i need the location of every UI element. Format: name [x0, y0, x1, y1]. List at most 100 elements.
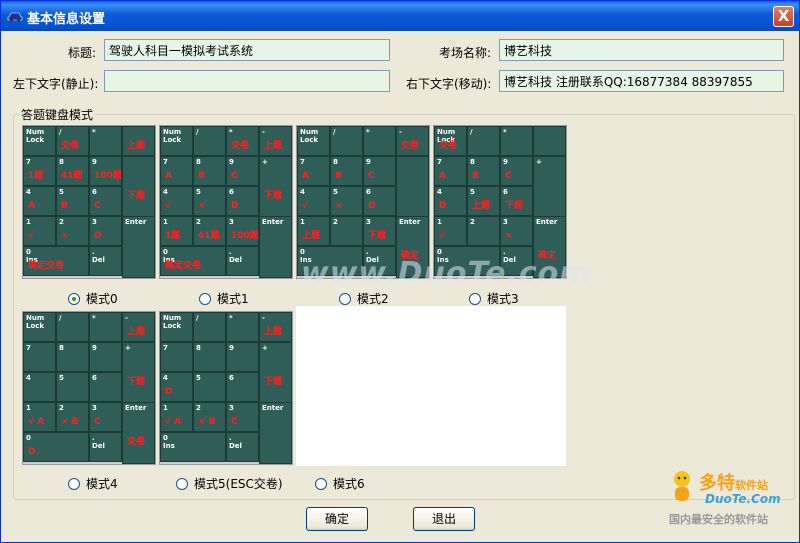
keypad-key: 8 41题	[56, 156, 89, 186]
keypad-key: +	[533, 156, 566, 218]
key-caption: -	[262, 314, 265, 322]
key-caption: Enter	[262, 404, 284, 412]
radio-circle-icon[interactable]	[199, 292, 211, 305]
key-caption: 6	[503, 188, 508, 196]
key-caption: Num Lock	[300, 128, 319, 144]
keypad-key: 1 √	[434, 216, 467, 246]
right-text-input[interactable]: 博艺科技 注册联系QQ:16877384 88397855	[499, 70, 784, 92]
keypad-key: Enter 交卷	[122, 402, 155, 464]
keypad-key: - 上题	[259, 126, 292, 156]
keypad-key: - 上题	[259, 312, 292, 342]
radio-circle-icon[interactable]	[68, 477, 80, 490]
key-function-label: 下题	[127, 191, 146, 201]
key-function-label: ×	[61, 231, 69, 241]
key-function-label: × B	[198, 417, 216, 427]
key-caption: 4	[163, 188, 168, 196]
key-function-label: 41题	[198, 231, 220, 241]
key-function-label: B	[198, 171, 205, 181]
key-function-label: 上题	[127, 141, 146, 151]
keypad-key: 2 × B	[193, 402, 226, 432]
key-caption: +	[536, 158, 542, 166]
mode-radio-0[interactable]: 模式0	[68, 290, 118, 307]
keypad-key: *	[89, 126, 122, 156]
radio-circle-icon[interactable]	[469, 292, 481, 305]
keypad-key: /	[56, 312, 89, 342]
mode-radio-4[interactable]: 模式4	[68, 475, 118, 492]
key-caption: Enter	[125, 404, 147, 412]
left-text-input[interactable]	[104, 70, 390, 92]
keypad-key: + 下题	[259, 156, 292, 218]
mode-radio-3[interactable]: 模式3	[469, 290, 519, 307]
mode-radio-label: 模式2	[357, 292, 389, 306]
key-caption: Num Lock	[163, 314, 182, 330]
keypad-key	[533, 126, 566, 156]
key-caption: 8	[333, 158, 338, 166]
keypad-key: 2 41题	[193, 216, 226, 246]
mode-radio-6[interactable]: 模式6	[315, 475, 365, 492]
key-caption: 5	[333, 188, 338, 196]
keypad-key: - 交卷	[396, 126, 429, 156]
keypad-key: 7	[23, 342, 56, 372]
keypad-key: 8B	[467, 156, 500, 186]
key-function-label: 下题	[505, 201, 524, 211]
key-caption: 6	[229, 188, 234, 196]
key-caption: 8	[470, 158, 475, 166]
key-caption: . Del	[92, 248, 105, 264]
key-function-label: 100题	[94, 171, 122, 181]
mode-radio-1[interactable]: 模式1	[199, 290, 249, 307]
close-button[interactable]: X	[773, 6, 794, 27]
keypad-key: *	[89, 312, 122, 342]
title-input[interactable]: 驾驶人科目一模拟考试系统	[104, 39, 390, 61]
radio-circle-icon[interactable]	[68, 292, 80, 305]
radio-circle-icon[interactable]	[176, 477, 188, 490]
title-bar[interactable]: 基本信息设置 X	[1, 1, 799, 31]
key-function-label: 交卷	[401, 141, 420, 151]
brand-slogan: 国内最安全的软件站	[669, 513, 768, 526]
key-caption: 9	[92, 344, 97, 352]
radio-circle-icon[interactable]	[339, 292, 351, 305]
window-title: 基本信息设置	[27, 12, 106, 27]
key-function-label: D	[94, 231, 102, 241]
key-caption: Num Lock	[163, 128, 182, 144]
key-function-label: 交卷	[439, 141, 458, 151]
car-icon	[7, 12, 23, 22]
key-caption: *	[229, 128, 233, 136]
key-function-label: 交卷	[231, 141, 250, 151]
key-caption: *	[366, 128, 370, 136]
key-function-label: 上题	[472, 201, 491, 211]
keypad-key: 4	[23, 372, 56, 402]
radio-circle-icon[interactable]	[315, 477, 327, 490]
key-caption: 2	[59, 218, 64, 226]
keypad-key: . Del	[89, 246, 122, 276]
keypad-key: 9C	[363, 156, 396, 186]
empty-keypad-area	[296, 306, 566, 466]
keypad-key: 3D	[89, 216, 122, 246]
key-function-label: 1题	[28, 171, 44, 181]
keypad-key: 0 Ins	[160, 432, 226, 462]
key-caption: 2	[196, 218, 201, 226]
keypad-key: 5	[56, 372, 89, 402]
keypad-key: 3C	[89, 402, 122, 432]
key-function-label: √	[28, 231, 35, 241]
key-caption: 1	[163, 218, 168, 226]
key-caption: 6	[229, 374, 234, 382]
keypad-key: 6D	[226, 186, 259, 216]
venue-input[interactable]: 博艺科技	[499, 39, 784, 61]
mode-radio-5[interactable]: 模式5(ESC交卷)	[176, 475, 283, 492]
key-function-label: D	[165, 387, 173, 397]
key-caption: -	[125, 314, 128, 322]
key-caption: 0	[26, 434, 31, 442]
key-caption: 1	[437, 218, 442, 226]
keypad-key: 2 × B	[56, 402, 89, 432]
key-caption: Enter	[536, 218, 558, 226]
key-function-label: A	[165, 171, 172, 181]
key-caption: +	[262, 158, 268, 166]
keypad-key: 4 √	[297, 186, 330, 216]
mode-radio-2[interactable]: 模式2	[339, 290, 389, 307]
exit-button[interactable]: 退出	[413, 507, 475, 531]
key-caption: /	[59, 128, 62, 136]
keypad-key: + 下题	[122, 342, 155, 404]
ok-button[interactable]: 确定	[306, 507, 368, 531]
keypad-key: Num Lock	[160, 312, 193, 342]
key-caption: 4	[437, 188, 442, 196]
